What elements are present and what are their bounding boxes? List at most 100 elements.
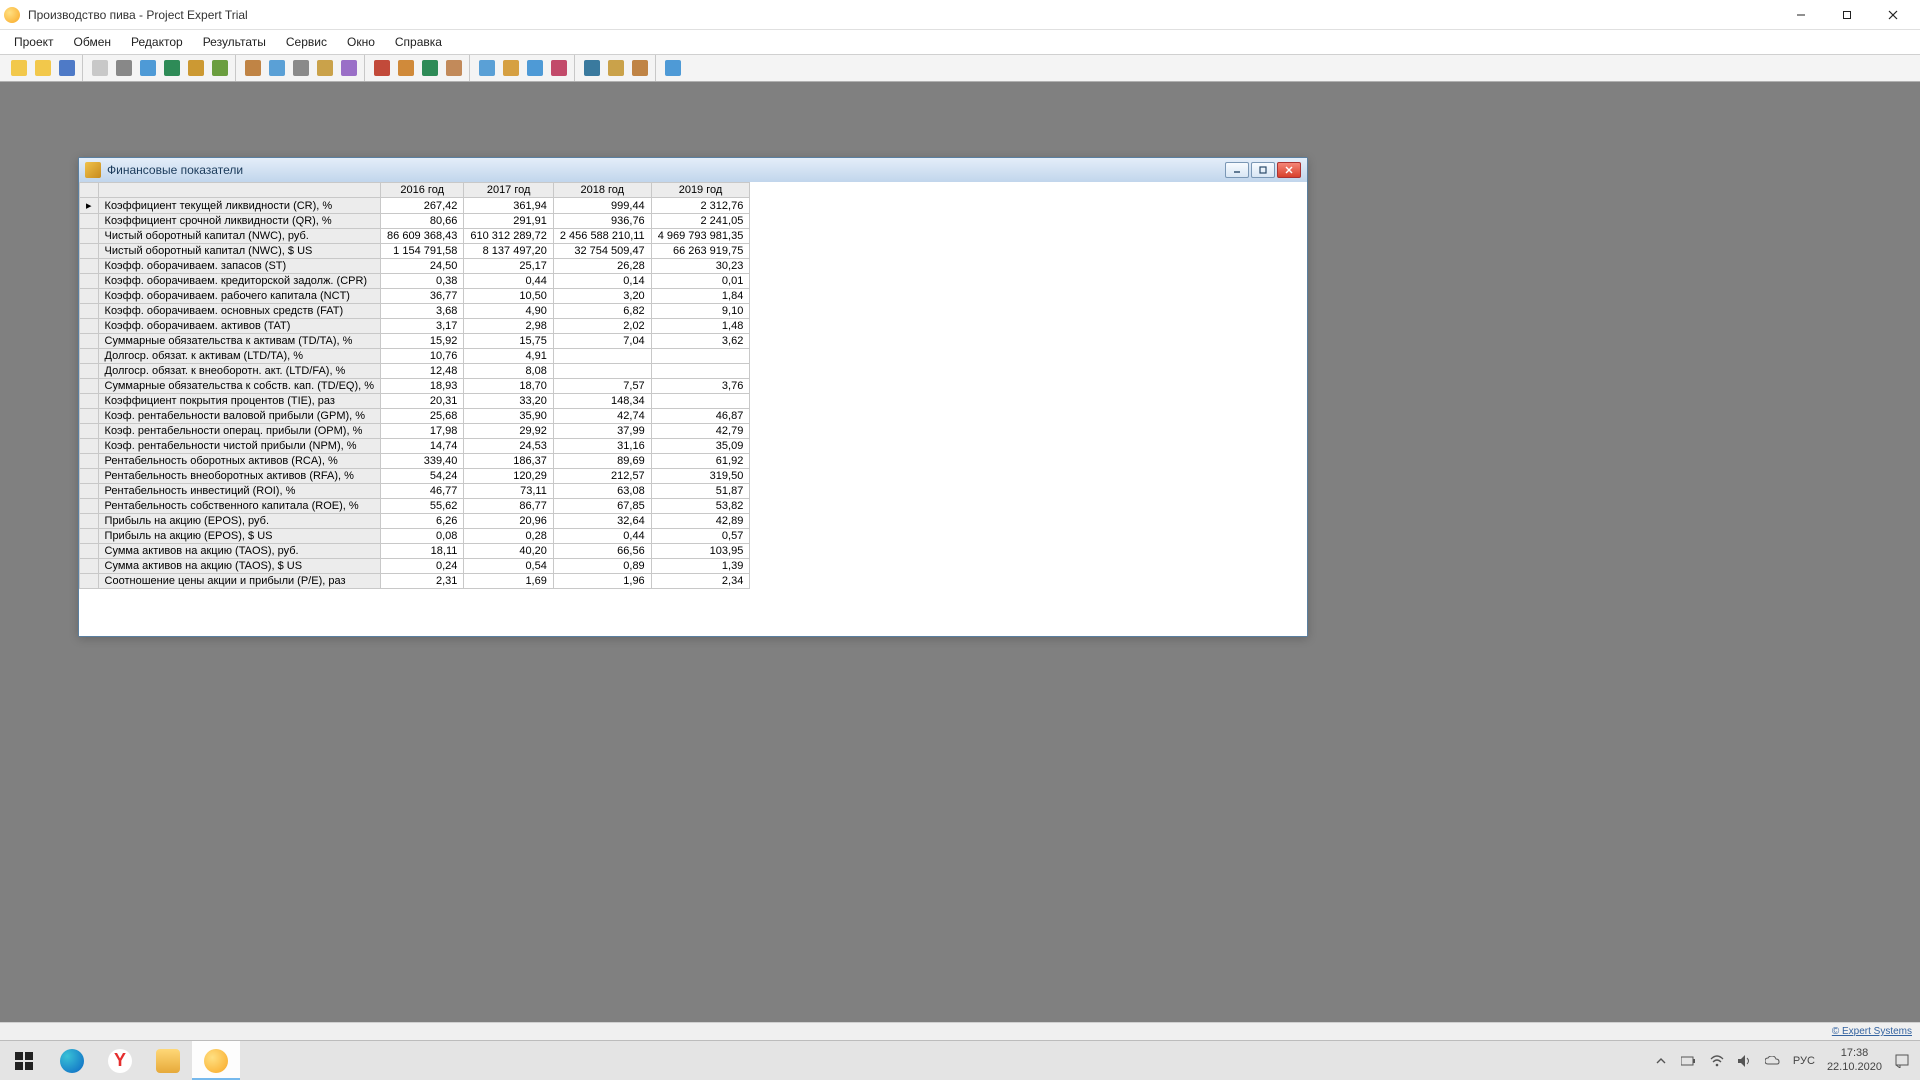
cell[interactable]: 17,98: [381, 424, 464, 439]
row-selector[interactable]: [80, 439, 99, 454]
cell[interactable]: 80,66: [381, 214, 464, 229]
toolbar-report-1[interactable]: [371, 57, 393, 79]
table-row[interactable]: Долгоср. обязат. к активам (LTD/TA), %10…: [80, 349, 750, 364]
toolbar-calendar[interactable]: [137, 57, 159, 79]
menu-item-0[interactable]: Проект: [4, 33, 64, 51]
cell[interactable]: 148,34: [553, 394, 651, 409]
table-row[interactable]: Соотношение цены акции и прибыли (P/E), …: [80, 574, 750, 589]
toolbar-form-4[interactable]: [314, 57, 336, 79]
taskbar-app-explorer[interactable]: [144, 1041, 192, 1080]
cell[interactable]: 53,82: [651, 499, 750, 514]
cell[interactable]: 9,10: [651, 304, 750, 319]
cell[interactable]: 26,28: [553, 259, 651, 274]
row-selector[interactable]: [80, 319, 99, 334]
cell[interactable]: 3,20: [553, 289, 651, 304]
toolbar-form-3[interactable]: [290, 57, 312, 79]
cell[interactable]: 25,68: [381, 409, 464, 424]
cell[interactable]: 20,31: [381, 394, 464, 409]
cell[interactable]: 0,57: [651, 529, 750, 544]
table-row[interactable]: Чистый оборотный капитал (NWC), $ US1 15…: [80, 244, 750, 259]
cell[interactable]: 54,24: [381, 469, 464, 484]
cell[interactable]: 51,87: [651, 484, 750, 499]
cell[interactable]: 3,76: [651, 379, 750, 394]
cell[interactable]: 42,79: [651, 424, 750, 439]
cell[interactable]: 999,44: [553, 198, 651, 214]
cell[interactable]: 18,70: [464, 379, 553, 394]
row-selector[interactable]: [80, 214, 99, 229]
row-selector[interactable]: [80, 364, 99, 379]
toolbar-analysis-1[interactable]: [476, 57, 498, 79]
taskbar-app-yandex[interactable]: Y: [96, 1041, 144, 1080]
cell[interactable]: 103,95: [651, 544, 750, 559]
cell[interactable]: 66 263 919,75: [651, 244, 750, 259]
table-row[interactable]: Коэфф. оборачиваем. кредиторской задолж.…: [80, 274, 750, 289]
cell[interactable]: 120,29: [464, 469, 553, 484]
cell[interactable]: [553, 349, 651, 364]
cell[interactable]: 73,11: [464, 484, 553, 499]
tray-battery-icon[interactable]: [1681, 1053, 1697, 1069]
cell[interactable]: 46,77: [381, 484, 464, 499]
table-row[interactable]: Коэффициент срочной ликвидности (QR), %8…: [80, 214, 750, 229]
cell[interactable]: 8 137 497,20: [464, 244, 553, 259]
menu-item-2[interactable]: Редактор: [121, 33, 193, 51]
cell[interactable]: 0,28: [464, 529, 553, 544]
cell[interactable]: 1,39: [651, 559, 750, 574]
cell[interactable]: 18,93: [381, 379, 464, 394]
cell[interactable]: 67,85: [553, 499, 651, 514]
menu-item-3[interactable]: Результаты: [193, 33, 276, 51]
cell[interactable]: 6,82: [553, 304, 651, 319]
row-selector[interactable]: [80, 514, 99, 529]
col-header-3[interactable]: 2019 год: [651, 183, 750, 198]
cell[interactable]: [651, 394, 750, 409]
table-row[interactable]: Рентабельность оборотных активов (RCA), …: [80, 454, 750, 469]
toolbar-result-1[interactable]: [581, 57, 603, 79]
table-row[interactable]: Прибыль на акцию (EPOS), руб.6,2620,9632…: [80, 514, 750, 529]
cell[interactable]: 40,20: [464, 544, 553, 559]
toolbar-report-2[interactable]: [395, 57, 417, 79]
row-selector[interactable]: [80, 544, 99, 559]
toolbar-form-2[interactable]: [266, 57, 288, 79]
start-button[interactable]: [0, 1041, 48, 1080]
child-close-button[interactable]: [1277, 162, 1301, 178]
cell[interactable]: [651, 349, 750, 364]
tray-notifications-icon[interactable]: [1894, 1053, 1910, 1069]
toolbar-open-project[interactable]: [32, 57, 54, 79]
cell[interactable]: 1,96: [553, 574, 651, 589]
row-selector[interactable]: [80, 574, 99, 589]
row-selector[interactable]: [80, 379, 99, 394]
table-row[interactable]: Суммарные обязательства к собств. кап. (…: [80, 379, 750, 394]
table-row[interactable]: Коэфф. оборачиваем. активов (TAT)3,172,9…: [80, 319, 750, 334]
cell[interactable]: 30,23: [651, 259, 750, 274]
cell[interactable]: 610 312 289,72: [464, 229, 553, 244]
table-row[interactable]: Долгоср. обязат. к внеоборотн. акт. (LTD…: [80, 364, 750, 379]
child-maximize-button[interactable]: [1251, 162, 1275, 178]
cell[interactable]: 86 609 368,43: [381, 229, 464, 244]
cell[interactable]: 267,42: [381, 198, 464, 214]
col-header-2[interactable]: 2018 год: [553, 183, 651, 198]
cell[interactable]: 10,50: [464, 289, 553, 304]
row-selector[interactable]: ▸: [80, 198, 99, 214]
table-row[interactable]: ▸Коэффициент текущей ликвидности (CR), %…: [80, 198, 750, 214]
cell[interactable]: 3,62: [651, 334, 750, 349]
cell[interactable]: 10,76: [381, 349, 464, 364]
cell[interactable]: 61,92: [651, 454, 750, 469]
toolbar-analysis-2[interactable]: [500, 57, 522, 79]
cell[interactable]: 32 754 509,47: [553, 244, 651, 259]
row-selector[interactable]: [80, 469, 99, 484]
toolbar-report-3[interactable]: [419, 57, 441, 79]
table-row[interactable]: Сумма активов на акцию (TAOS), $ US0,240…: [80, 559, 750, 574]
row-selector[interactable]: [80, 289, 99, 304]
table-row[interactable]: Рентабельность инвестиций (ROI), %46,777…: [80, 484, 750, 499]
taskbar-app-edge[interactable]: [48, 1041, 96, 1080]
row-selector[interactable]: [80, 334, 99, 349]
cell[interactable]: 2 312,76: [651, 198, 750, 214]
cell[interactable]: [651, 364, 750, 379]
cell[interactable]: 2,98: [464, 319, 553, 334]
tray-wifi-icon[interactable]: [1709, 1053, 1725, 1069]
cell[interactable]: 0,44: [464, 274, 553, 289]
row-selector[interactable]: [80, 274, 99, 289]
tray-onedrive-icon[interactable]: [1765, 1053, 1781, 1069]
table-row[interactable]: Суммарные обязательства к активам (TD/TA…: [80, 334, 750, 349]
row-selector[interactable]: [80, 454, 99, 469]
cell[interactable]: 0,01: [651, 274, 750, 289]
